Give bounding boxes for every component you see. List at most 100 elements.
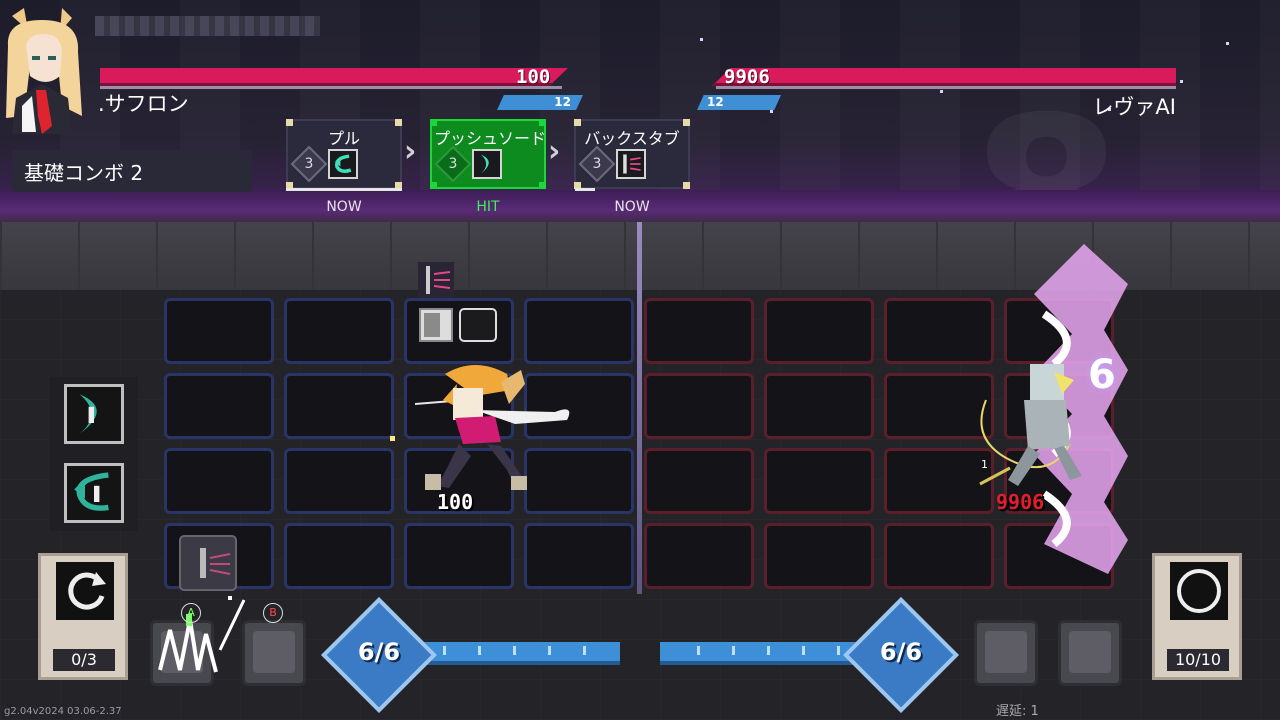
enemy-small-marker: 1 — [981, 458, 988, 471]
circle-icon — [1177, 569, 1221, 613]
star — [940, 90, 943, 93]
combo-card-status: HIT — [476, 199, 500, 215]
hand-slot-b[interactable] — [242, 620, 306, 686]
combo-card-pull[interactable]: プル 3 — [286, 119, 402, 189]
player-portrait — [6, 8, 82, 134]
combo-card-status: NOW — [614, 199, 650, 215]
card-corner — [683, 182, 690, 189]
star — [1180, 80, 1183, 83]
energy-tick — [767, 646, 770, 655]
enemy-character — [979, 364, 1082, 486]
energy-tick — [513, 646, 516, 655]
button-a-label: A — [181, 603, 201, 623]
enemy-deck: 10/10 — [1152, 553, 1242, 680]
enemy-grid-tile[interactable] — [644, 448, 754, 514]
cost-diamond: 3 — [290, 145, 328, 183]
queued-card-sword-icon[interactable] — [64, 384, 124, 444]
player-grid-tile[interactable] — [284, 298, 394, 364]
player-hp-bar — [100, 68, 568, 86]
enemy-unit-hp: 9906 — [996, 490, 1045, 514]
player-deck[interactable]: 0/3 — [38, 553, 128, 680]
sword-slash-icon — [472, 149, 502, 179]
player-grid-tile[interactable] — [164, 373, 274, 439]
button-b-label: B — [263, 603, 283, 623]
hand-slot-inner — [985, 631, 1027, 673]
enemy-energy-value: 6/6 — [879, 638, 923, 666]
card-corner — [430, 182, 437, 189]
enemy-name: レヴァAI — [1092, 95, 1176, 119]
energy-tick — [837, 646, 840, 655]
player-grid-tile[interactable] — [284, 373, 394, 439]
version-label: g2.04v2024 03.06-2.37 — [4, 706, 122, 717]
energy-tick — [732, 646, 735, 655]
reshuffle-icon — [68, 572, 106, 610]
enemy-hand-slot — [974, 620, 1038, 686]
enemy-deck-count: 10/10 — [1167, 649, 1229, 671]
sparkle — [390, 436, 395, 441]
combo-card-status: NOW — [326, 199, 362, 215]
combo-card-push-sword[interactable]: プッシュソード 3 — [430, 119, 546, 189]
energy-tick — [548, 646, 551, 655]
player-shield-bar: 12 — [497, 95, 583, 110]
player-grid-tile[interactable] — [404, 523, 514, 589]
player-grid-tile[interactable] — [284, 448, 394, 514]
combo-title: 基礎コンボ 2 — [24, 161, 144, 185]
star — [770, 110, 773, 113]
cost-diamond: 3 — [578, 145, 616, 183]
card-corner — [395, 119, 402, 126]
player-username-blurred — [95, 16, 320, 36]
energy-tick — [478, 646, 481, 655]
enemy-grid-tile[interactable] — [644, 373, 754, 439]
player-energy-value: 6/6 — [357, 638, 401, 666]
deck-icon-frame — [56, 562, 114, 620]
player-unit-hp: 100 — [437, 490, 474, 514]
field-divider — [637, 222, 642, 594]
combo-chevron-icon: › — [548, 134, 561, 169]
enemy-hp-bar — [712, 68, 1176, 86]
combo-card-title: バックスタブ — [584, 129, 680, 148]
card-corner — [430, 119, 437, 126]
star — [700, 38, 703, 41]
enemy-grid-tile[interactable] — [764, 373, 874, 439]
combo-card-title: プッシュソード — [433, 129, 546, 148]
player-deck-count: 0/3 — [53, 649, 115, 671]
enemy-hp-value: 9906 — [724, 66, 770, 88]
backstab-marker-icon — [418, 262, 454, 298]
player-grid-tile[interactable] — [284, 523, 394, 589]
combo-card-backstab[interactable]: バックスタブ 3 — [574, 119, 690, 189]
block-wall-icon — [419, 308, 497, 342]
combo-card-title: プル — [327, 129, 360, 148]
enemy-grid-tile[interactable] — [644, 523, 754, 589]
energy-tick — [583, 646, 586, 655]
enemy-hit-count: 6 — [1088, 352, 1116, 398]
player-grid-tile[interactable] — [524, 523, 634, 589]
slot-a-effect — [158, 596, 246, 673]
hand-slot-inner — [1069, 631, 1111, 673]
card-corner — [539, 182, 546, 189]
enemy-grid-tile[interactable] — [764, 523, 874, 589]
player-grid-tile[interactable] — [524, 298, 634, 364]
enemy-shield-bar: 12 — [697, 95, 781, 110]
player-grid-tile[interactable] — [164, 448, 274, 514]
enemy-hp-track — [716, 86, 1176, 89]
combo-card-progress — [286, 188, 402, 191]
deck-icon-frame — [1170, 562, 1228, 620]
card-corner — [683, 119, 690, 126]
queued-card-pull-icon[interactable] — [64, 463, 124, 523]
trap-card-icon — [179, 535, 237, 591]
energy-tick — [802, 646, 805, 655]
enemy-grid-tile[interactable] — [644, 298, 754, 364]
enemy-grid-tile[interactable] — [764, 298, 874, 364]
player-name: .サフロン — [98, 92, 189, 116]
enemy-grid-tile[interactable] — [764, 448, 874, 514]
card-corner — [574, 119, 581, 126]
pull-arrow-icon — [328, 149, 358, 179]
hand-slot-inner — [253, 631, 295, 673]
player-hp-value: 100 — [516, 66, 551, 88]
enemy-grid-tile[interactable] — [884, 523, 994, 589]
energy-tick — [443, 646, 446, 655]
energy-tick — [697, 646, 700, 655]
card-corner — [539, 119, 546, 126]
player-grid-tile[interactable] — [164, 298, 274, 364]
star — [1226, 42, 1229, 45]
